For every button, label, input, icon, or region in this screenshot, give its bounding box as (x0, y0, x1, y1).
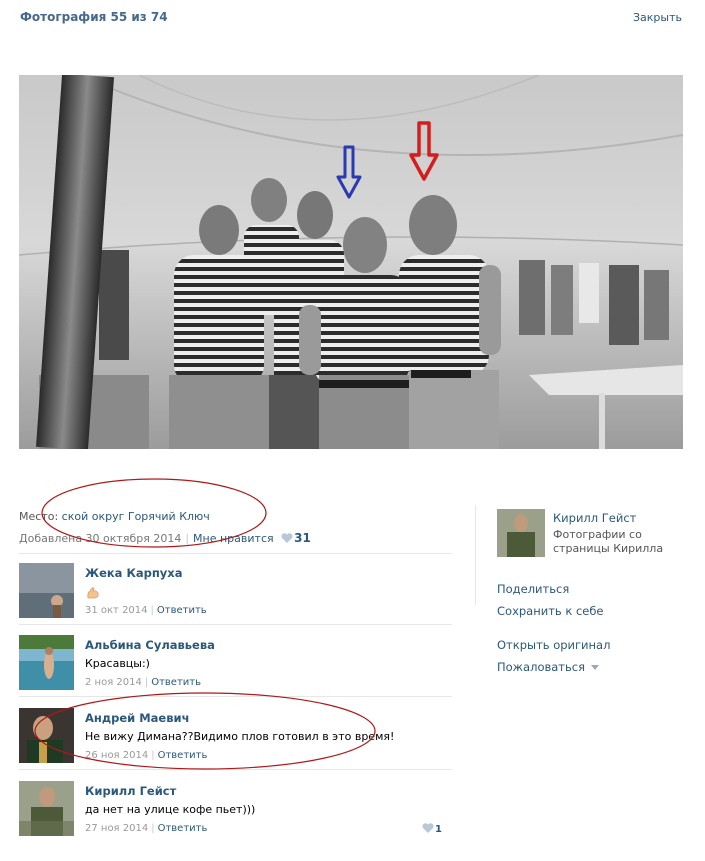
comment-item: Жека Карпуха 31 окт 2014 | Ответить (19, 555, 452, 625)
meta-line: Добавлена 30 октября 2014 | Мне нравится 3… (19, 531, 311, 545)
comment-date[interactable]: 27 ноя 2014 (85, 823, 148, 834)
heart-icon[interactable] (422, 823, 434, 833)
avatar[interactable] (19, 635, 74, 690)
avatar[interactable] (19, 563, 74, 618)
comment-text: да нет на улице кофе пьет))) (85, 803, 256, 816)
photo-illustration (19, 75, 683, 449)
comment-item: Альбина Сулавьева Красавцы:) 2 ноя 2014 |… (19, 627, 452, 697)
owner-album-desc[interactable]: Фотографии со страницы Кирилла (553, 528, 683, 556)
owner-name[interactable]: Кирилл Гейст (553, 511, 636, 525)
added-date: Добавлена 30 октября 2014 (19, 532, 182, 545)
like-button[interactable]: Мне нравится (193, 532, 274, 545)
comment-date[interactable]: 2 ноя 2014 (85, 677, 142, 688)
comment-text (85, 585, 101, 604)
comment-date[interactable]: 31 окт 2014 (85, 605, 148, 616)
photo-counter-title: Фотография 55 из 74 (20, 10, 168, 24)
save-link[interactable]: Сохранить к себе (497, 604, 604, 618)
open-original-link[interactable]: Открыть оригинал (497, 638, 610, 652)
comment-footer: 2 ноя 2014 | Ответить (85, 677, 202, 688)
comment-author[interactable]: Андрей Маевич (85, 711, 189, 725)
reply-button[interactable]: Ответить (157, 605, 207, 616)
close-button[interactable]: Закрыть (633, 11, 682, 24)
place-link[interactable]: ской округ Горячий Ключ (62, 510, 210, 523)
comment-item: Кирилл Гейст да нет на улице кофе пьет))… (19, 773, 452, 843)
comment-divider (19, 696, 452, 697)
place-line: Место: ской округ Горячий Ключ (19, 510, 210, 523)
avatar[interactable] (19, 781, 74, 836)
comment-text: Не вижу Димана??Видимо плов готовил в эт… (85, 730, 395, 743)
comment-footer: 31 окт 2014 | Ответить (85, 605, 207, 616)
comment-author[interactable]: Альбина Сулавьева (85, 638, 215, 652)
like-count[interactable]: 31 (294, 531, 311, 545)
photo-owner: Кирилл Гейст Фотографии со страницы Кири… (497, 509, 687, 559)
reply-button[interactable]: Ответить (158, 750, 208, 761)
comment-date[interactable]: 26 ноя 2014 (85, 750, 148, 761)
comment-item: Андрей Маевич Не вижу Димана??Видимо пло… (19, 700, 452, 770)
photo-viewer-header: Фотография 55 из 74 Закрыть (20, 10, 682, 28)
owner-avatar[interactable] (497, 509, 545, 557)
comment-divider (19, 624, 452, 625)
comments-top-divider (19, 553, 452, 554)
comment-footer: 26 ноя 2014 | Ответить (85, 750, 208, 761)
comment-author[interactable]: Кирилл Гейст (85, 784, 176, 798)
reply-button[interactable]: Ответить (158, 823, 208, 834)
report-link[interactable]: Пожаловаться (497, 660, 600, 674)
chevron-down-icon[interactable] (591, 665, 600, 670)
comment-footer: 27 ноя 2014 | Ответить (85, 823, 208, 834)
main-photo[interactable] (19, 75, 683, 449)
avatar[interactable] (19, 708, 74, 763)
share-link[interactable]: Поделиться (497, 582, 569, 596)
comment-like[interactable]: 1 (418, 823, 442, 835)
report-label[interactable]: Пожаловаться (497, 660, 585, 674)
column-divider (475, 505, 476, 605)
comment-text: Красавцы:) (85, 657, 150, 670)
heart-icon[interactable] (281, 533, 293, 543)
reply-button[interactable]: Ответить (151, 677, 201, 688)
place-label: Место: (19, 510, 59, 523)
separator: | (185, 532, 190, 545)
comment-divider (19, 769, 452, 770)
comment-like-count[interactable]: 1 (435, 824, 442, 835)
comment-author[interactable]: Жека Карпуха (85, 566, 182, 580)
flexed-biceps-icon (87, 587, 99, 599)
